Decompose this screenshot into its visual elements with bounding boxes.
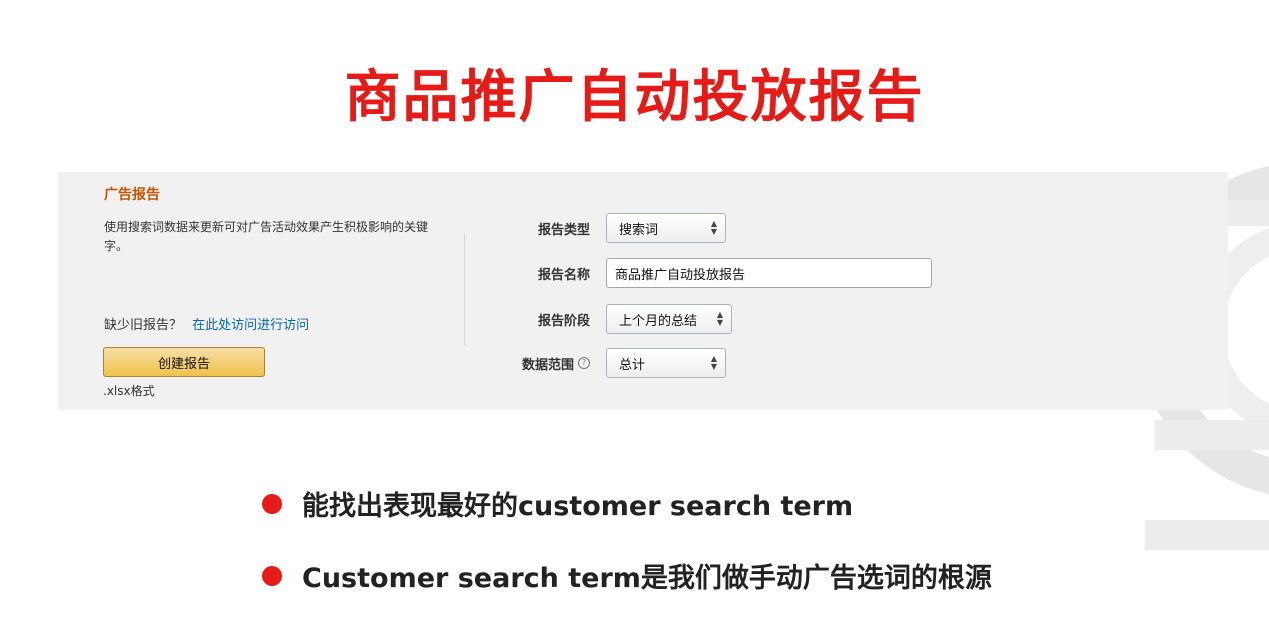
bullet-text: Customer search term是我们做手动广告选词的根源: [302, 563, 992, 594]
report-type-label-text: 报告类型: [537, 222, 590, 238]
report-period-label: 报告阶段: [462, 310, 606, 329]
report-type-select[interactable]: 搜索词 ▲︎ ▼︎: [606, 213, 726, 243]
data-range-row: 数据范围 ? 总计 ▲︎ ▼︎: [462, 348, 726, 378]
missing-report-text: 缺少旧报告？: [104, 318, 183, 333]
report-name-label: 报告名称: [462, 264, 606, 283]
report-period-select[interactable]: 上个月的总结 ▲︎ ▼︎: [606, 304, 732, 334]
report-period-row: 报告阶段 上个月的总结 ▲︎ ▼︎: [462, 304, 732, 334]
report-name-input[interactable]: [606, 258, 932, 288]
data-range-label: 数据范围 ?: [462, 354, 606, 373]
panel-description: 使用搜索词数据来更新可对广告活动效果产生积极影响的关键字。: [104, 220, 429, 253]
help-icon[interactable]: ?: [578, 357, 590, 369]
bullet-item: 能找出表现最好的customer search term: [262, 484, 853, 523]
panel-heading: 广告报告: [104, 187, 160, 203]
report-name-row: 报告名称: [462, 258, 932, 288]
report-type-value: 搜索词: [619, 222, 659, 238]
report-period-value: 上个月的总结: [619, 313, 698, 329]
data-range-value: 总计: [619, 357, 646, 373]
legacy-report-link[interactable]: 在此处访问进行访问: [192, 318, 309, 333]
ad-report-panel: 广告报告 使用搜索词数据来更新可对广告活动效果产生积极影响的关键字。 缺少旧报告…: [58, 172, 1228, 410]
missing-report-line: 缺少旧报告？ 在此处访问进行访问: [104, 314, 309, 333]
report-type-row: 报告类型 搜索词 ▲︎ ▼︎: [462, 213, 726, 243]
report-period-label-text: 报告阶段: [537, 313, 590, 329]
select-arrows-icon: ▲︎ ▼︎: [710, 354, 717, 371]
report-type-label: 报告类型: [462, 219, 606, 238]
bullet-dot-icon: [262, 565, 282, 586]
data-range-label-text: 数据范围: [521, 357, 574, 373]
bullet-item: Customer search term是我们做手动广告选词的根源: [262, 556, 992, 595]
bullet-text: 能找出表现最好的customer search term: [302, 491, 854, 522]
select-arrows-icon: ▲︎ ▼︎: [716, 310, 723, 327]
report-name-label-text: 报告名称: [537, 267, 590, 283]
bullet-dot-icon: [262, 493, 282, 514]
select-arrows-icon: ▲︎ ▼︎: [710, 219, 717, 236]
create-report-button[interactable]: 创建报告: [103, 347, 265, 377]
format-note: .xlsx格式: [103, 384, 155, 398]
slide-title: 商品推广自动投放报告: [344, 65, 925, 130]
data-range-select[interactable]: 总计 ▲︎ ▼︎: [606, 348, 726, 378]
